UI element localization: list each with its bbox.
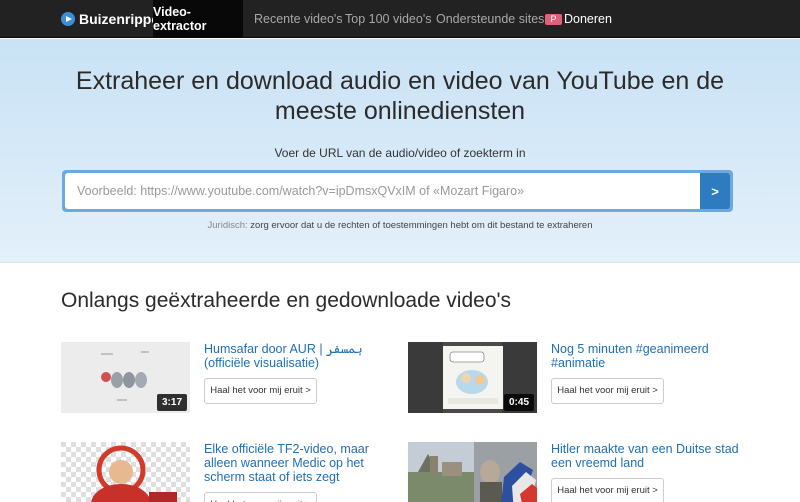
legal-notice: Juridisch: zorg ervoor dat u de rechten …	[0, 220, 800, 231]
extract-button[interactable]: Haal het voor mij eruit >	[551, 378, 664, 404]
thumbnail-art	[61, 442, 190, 502]
heart-icon: P	[545, 13, 562, 25]
top-navbar: Buizenripper Video-extractor Recente vid…	[0, 0, 800, 38]
submit-button[interactable]: >	[700, 173, 730, 209]
nav-top-100[interactable]: Top 100 video's	[345, 0, 431, 38]
legal-text: zorg ervoor dat u de rechten of toestemm…	[247, 220, 593, 231]
extract-button[interactable]: Haal het voor mij eruit >	[204, 378, 317, 404]
video-title-link[interactable]: Hitler maakte van een Duitse stad een vr…	[551, 442, 746, 470]
video-thumbnail[interactable]: 0:45	[408, 342, 537, 413]
video-title-link[interactable]: Humsafar door AUR | ہمسفر (officiële vis…	[204, 342, 399, 370]
search-form: >	[62, 170, 733, 212]
video-thumbnail[interactable]: 3:17	[61, 342, 190, 413]
nav-supported-sites[interactable]: Ondersteunde sites	[436, 0, 544, 38]
extract-button[interactable]: Haal het voor mij eruit >	[551, 478, 664, 502]
play-icon	[61, 12, 75, 26]
nav-recent-videos[interactable]: Recente video's	[254, 0, 343, 38]
video-card: Elke officiële TF2-video, maar alleen wa…	[61, 442, 401, 502]
video-duration: 0:45	[503, 394, 534, 411]
video-thumbnail[interactable]	[61, 442, 190, 502]
video-thumbnail[interactable]	[408, 442, 537, 502]
recent-section-title: Onlangs geëxtraheerde en gedownloade vid…	[61, 289, 512, 312]
video-card: 0:45 Nog 5 minuten #geanimeerd #animatie…	[408, 342, 748, 422]
thumbnail-art	[408, 442, 537, 502]
extract-button[interactable]: Haal het voor mij eruit >	[204, 492, 317, 502]
video-title-link[interactable]: Elke officiële TF2-video, maar alleen wa…	[204, 442, 399, 484]
nav-donate[interactable]: P Doneren	[545, 0, 612, 38]
url-input-label: Voer de URL van de audio/video of zoekte…	[274, 146, 526, 160]
page-title: Extraheer en download audio en video van…	[75, 67, 725, 125]
nav-video-extractor[interactable]: Video-extractor	[153, 0, 243, 38]
legal-prefix: Juridisch:	[207, 220, 248, 231]
brand-logo[interactable]: Buizenripper	[61, 0, 165, 38]
video-title-link[interactable]: Nog 5 minuten #geanimeerd #animatie	[551, 342, 746, 370]
video-card: Hitler maakte van een Duitse stad een vr…	[408, 442, 748, 502]
video-duration: 3:17	[156, 394, 187, 411]
video-card: 3:17 Humsafar door AUR | ہمسفر (officiël…	[61, 342, 401, 422]
nav-donate-label: Doneren	[564, 12, 612, 26]
brand-name: Buizenripper	[79, 11, 165, 27]
donate-badge: P	[550, 13, 557, 24]
url-search-input[interactable]	[65, 173, 700, 209]
